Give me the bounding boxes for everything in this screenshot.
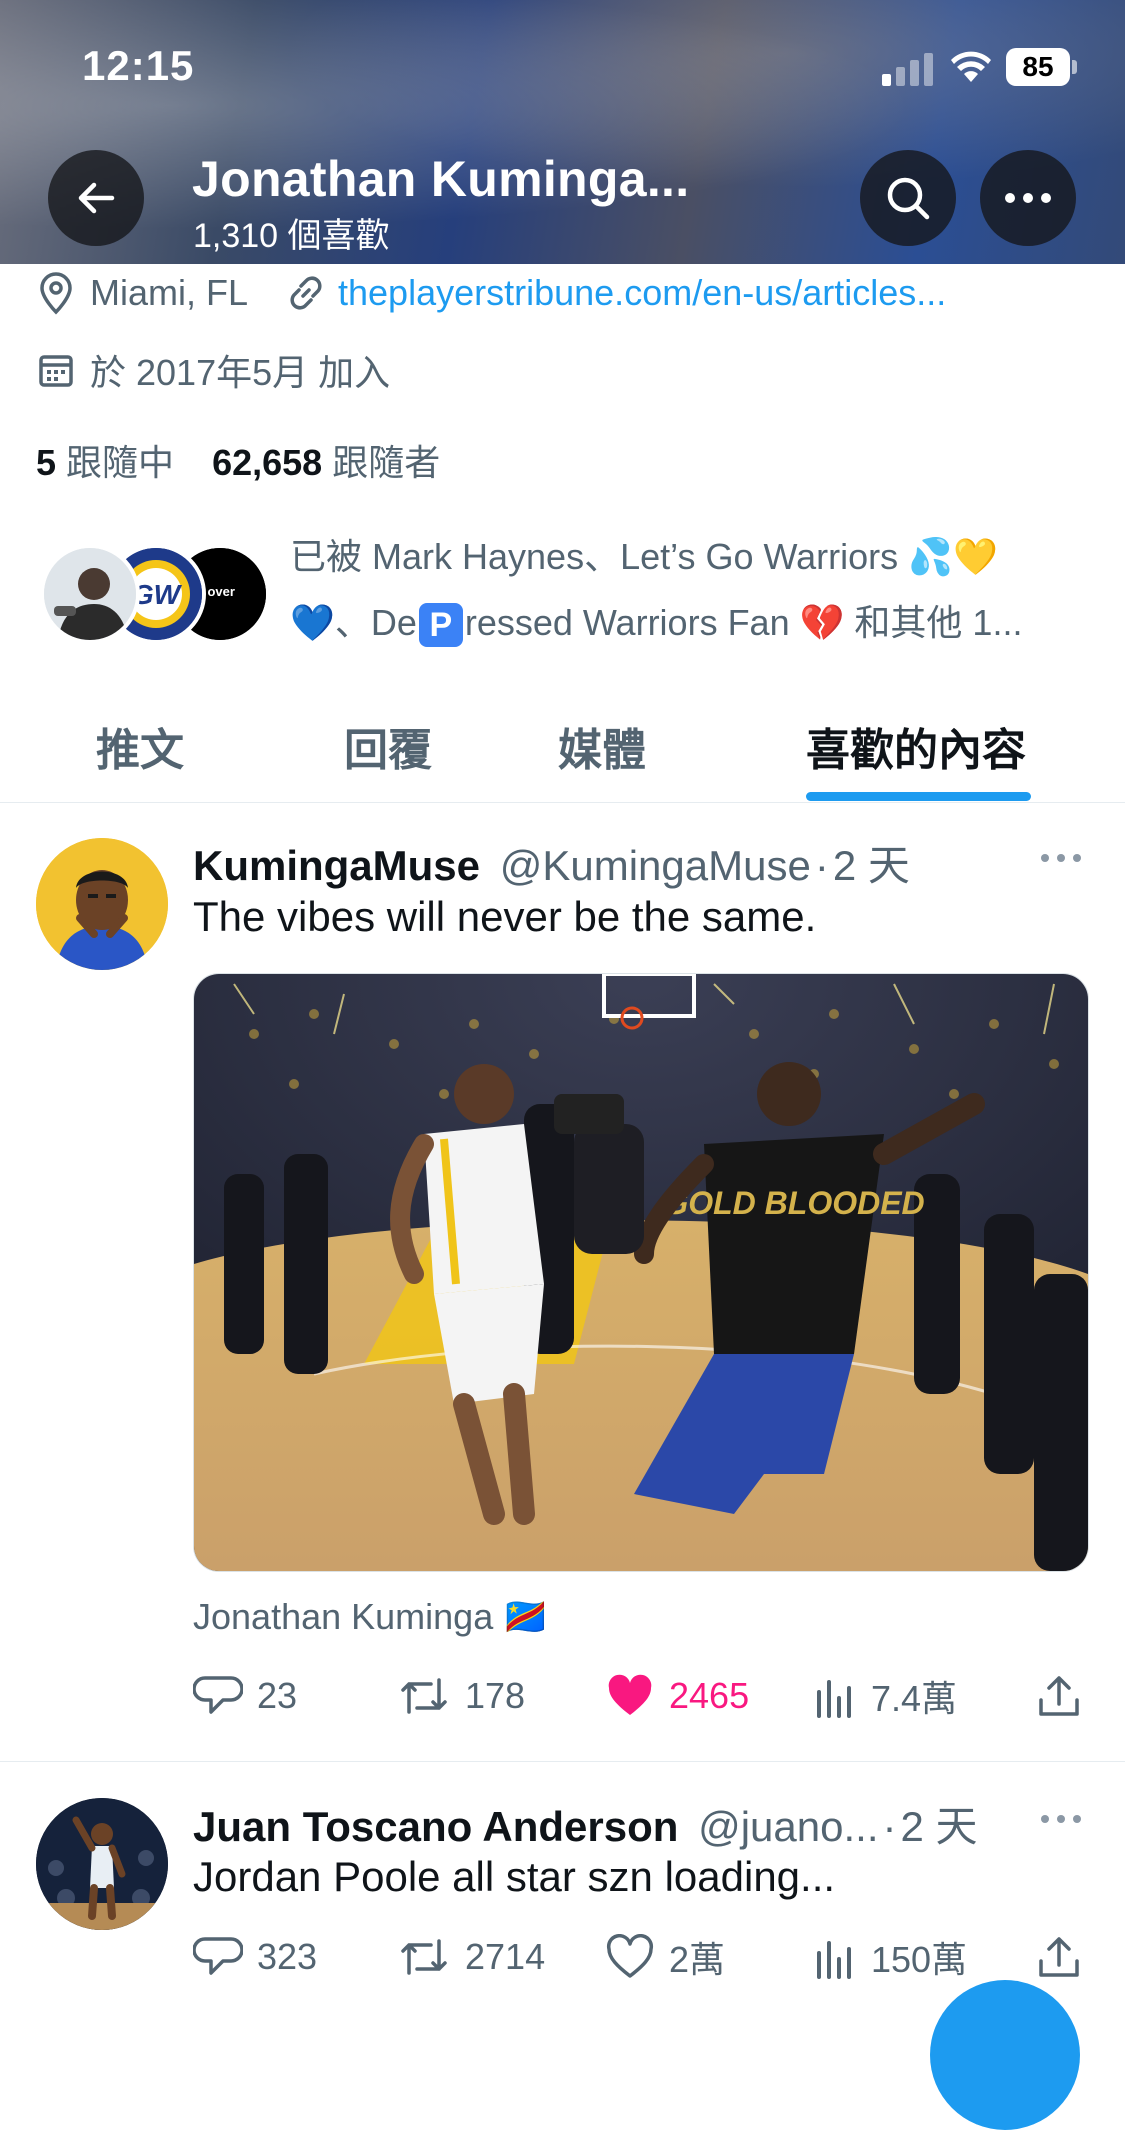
retweet-button[interactable]: 2714 — [397, 1929, 545, 1985]
tweet-text: Jordan Poole all star szn loading... — [193, 1853, 836, 1900]
profile-tabs: 推文 回覆 媒體 喜歡的內容 — [0, 690, 1125, 803]
following-count: 5 — [36, 442, 57, 483]
followed-by-line-2b: ressed Warriors Fan 💔 和其他 1... — [464, 602, 1023, 643]
followed-by-line-2: 💙、De Pressed Warriors Fan 💔 和其他 1... — [290, 590, 1090, 656]
battery-icon: 85 — [1006, 48, 1078, 86]
arrow-left-icon — [78, 182, 115, 214]
heart-filled-icon — [608, 1674, 652, 1715]
followed-by-line-1: 已被 Mark Haynes、Let’s Go Warriors 💦💛 — [290, 536, 998, 577]
tab-replies[interactable]: 回覆 — [344, 690, 432, 802]
like-button[interactable]: 2萬 — [605, 1929, 725, 1985]
header-likes-count: 1,310 個喜歡 — [193, 217, 390, 255]
status-bar: 12:15 85 — [0, 0, 1125, 120]
retweet-count: 178 — [465, 1675, 526, 1716]
followers-count: 62,658 — [212, 442, 323, 483]
bar-chart-icon — [817, 1941, 851, 1979]
media-jersey-text: GOLD BLOODED — [663, 1185, 924, 1221]
followed-by-line-2a: 💙、De — [290, 602, 417, 643]
views-button[interactable]: 7.4萬 — [813, 1668, 957, 1724]
followed-by-text[interactable]: 已被 Mark Haynes、Let’s Go Warriors 💦💛 💙、De… — [290, 524, 1090, 656]
retweet-icon — [401, 1939, 447, 1975]
profile-location: Miami, FL — [90, 272, 249, 313]
views-count: 150萬 — [871, 1939, 968, 1980]
views-button[interactable]: 150萬 — [813, 1929, 967, 1985]
follow-counts: 5 跟隨中 62,658 跟隨者 — [36, 434, 440, 486]
search-button[interactable] — [860, 150, 956, 246]
status-time: 12:15 — [82, 42, 195, 89]
like-count: 2465 — [669, 1675, 750, 1716]
reply-icon — [193, 1937, 243, 1975]
more-horizontal-icon[interactable] — [1040, 852, 1082, 864]
profile-website-link[interactable]: theplayerstribune.com/en-us/articles... — [338, 272, 946, 314]
tweet-separator: · — [814, 842, 829, 889]
reply-count: 23 — [257, 1675, 298, 1716]
tweet-attribution[interactable]: Jonathan Kuminga 🇨🇩 — [193, 1596, 548, 1638]
battery-level: 85 — [1006, 48, 1070, 86]
tweet-author-avatar[interactable] — [36, 1798, 168, 1930]
tweet-author-name[interactable]: KumingaMuse — [193, 842, 480, 889]
tweet-header: Juan Toscano Anderson @juano...·2 天 — [193, 1793, 978, 1854]
retweet-icon — [401, 1678, 447, 1714]
more-horizontal-icon[interactable] — [1040, 1813, 1082, 1825]
views-count: 7.4萬 — [871, 1678, 958, 1719]
tweet-text: The vibes will never be the same. — [193, 893, 817, 940]
followers-link[interactable]: 62,658 跟隨者 — [212, 442, 440, 483]
tab-likes[interactable]: 喜歡的內容 — [806, 690, 1026, 802]
followers-label: 跟隨者 — [332, 442, 441, 483]
like-count: 2萬 — [669, 1939, 726, 1980]
profile-joined-date: 於 2017年5月 加入 — [90, 352, 391, 393]
share-icon — [1039, 1937, 1079, 1977]
active-tab-indicator — [806, 792, 1031, 801]
more-options-button[interactable] — [980, 150, 1076, 246]
bar-chart-icon — [817, 1680, 851, 1718]
tweet-media-image[interactable]: GOLD BLOODED — [193, 973, 1089, 1572]
tweet-actions: 323 2714 2萬 150萬 — [193, 1929, 1093, 1985]
tweet-time[interactable]: 2 天 — [833, 842, 910, 889]
tweet-author-avatar[interactable] — [36, 838, 168, 970]
tweet-author-name[interactable]: Juan Toscano Anderson — [193, 1803, 678, 1850]
reply-icon — [193, 1676, 243, 1714]
reply-count: 323 — [257, 1936, 318, 1977]
tweet-header: KumingaMuse @KumingaMuse·2 天 — [193, 832, 910, 893]
tweet-actions: 23 178 2465 7.4萬 — [193, 1668, 1093, 1724]
retweet-button[interactable]: 178 — [397, 1668, 525, 1724]
search-icon — [887, 177, 930, 220]
reply-button[interactable]: 323 — [193, 1929, 317, 1985]
tweet-author-handle[interactable]: @juano... — [698, 1803, 878, 1850]
followed-by-avatars[interactable]: GW is over — [40, 544, 270, 644]
more-horizontal-icon — [1005, 193, 1051, 203]
header-profile-name: Jonathan Kuminga... — [192, 151, 690, 207]
cellular-signal-icon — [882, 52, 934, 86]
tweet-separator: · — [882, 1803, 897, 1850]
back-button[interactable] — [48, 150, 144, 246]
compose-tweet-button[interactable] — [930, 1980, 1080, 2130]
following-link[interactable]: 5 跟隨中 — [36, 442, 184, 483]
reply-button[interactable]: 23 — [193, 1668, 297, 1724]
wifi-icon — [951, 51, 991, 82]
following-label: 跟隨中 — [66, 442, 175, 483]
share-button[interactable] — [1035, 1668, 1097, 1724]
like-button[interactable]: 2465 — [605, 1668, 749, 1724]
link-icon — [290, 276, 322, 310]
profile-header-banner: 12:15 85 Jonathan Kuminga... 1,310 個喜歡 — [0, 0, 1125, 264]
tweet-author-handle[interactable]: @KumingaMuse — [500, 842, 811, 889]
share-button[interactable] — [1035, 1929, 1097, 1985]
tab-tweets[interactable]: 推文 — [96, 690, 184, 802]
tweet-time[interactable]: 2 天 — [901, 1803, 978, 1850]
parking-badge: P — [418, 603, 463, 648]
retweet-count: 2714 — [465, 1936, 546, 1977]
profile-meta-location-row: Miami, FL theplayerstribune.com/en-us/ar… — [36, 268, 946, 318]
follower-avatar-1 — [40, 544, 140, 644]
heart-outline-icon — [606, 1934, 654, 1978]
calendar-icon — [39, 355, 73, 387]
profile-meta-joined-row: 於 2017年5月 加入 — [36, 345, 390, 395]
share-icon — [1039, 1676, 1079, 1716]
tweet-divider — [0, 1761, 1125, 1762]
tab-media[interactable]: 媒體 — [558, 690, 646, 802]
location-pin-icon — [40, 272, 72, 315]
